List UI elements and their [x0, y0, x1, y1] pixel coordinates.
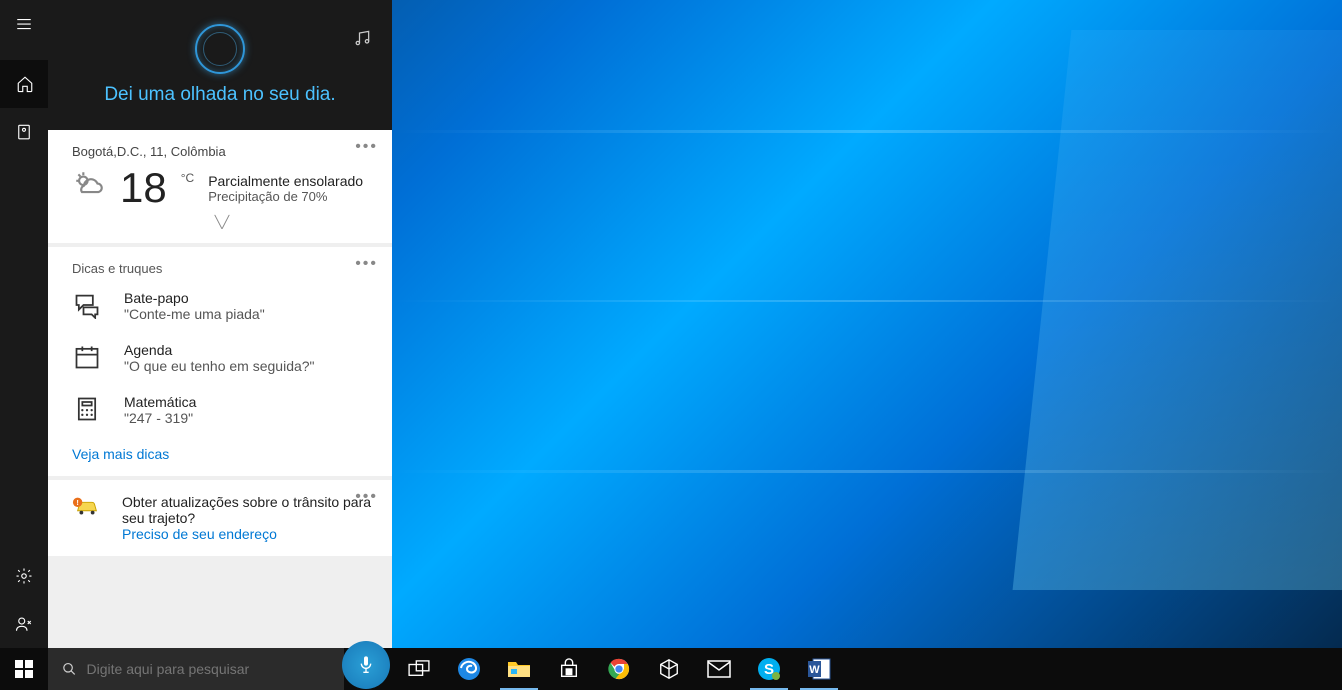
- weather-partly-cloudy-icon: [72, 168, 106, 209]
- chrome-app[interactable]: [594, 648, 644, 690]
- card-more-icon[interactable]: •••: [355, 488, 378, 506]
- tip-item[interactable]: Matemática "247 - 319": [72, 394, 372, 426]
- card-more-icon[interactable]: •••: [355, 138, 378, 156]
- notebook-button[interactable]: [0, 108, 48, 156]
- weather-location: Bogotá,D.C., 11, Colômbia: [72, 144, 372, 159]
- chevron-down-icon[interactable]: ╲╱: [72, 215, 372, 229]
- taskbar-search[interactable]: [48, 648, 344, 690]
- file-explorer-app[interactable]: [494, 648, 544, 690]
- edge-app[interactable]: [444, 648, 494, 690]
- cortana-header: Dei uma olhada no seu dia.: [0, 0, 392, 130]
- taskbar: S W: [0, 648, 1342, 690]
- mail-app[interactable]: [694, 648, 744, 690]
- hamburger-menu-button[interactable]: [0, 0, 48, 48]
- 3d-app[interactable]: [644, 648, 694, 690]
- calculator-icon: [72, 394, 102, 424]
- weather-condition: Parcialmente ensolarado: [208, 173, 363, 189]
- weather-unit: °C: [181, 171, 194, 185]
- tips-title: Dicas e truques: [72, 261, 372, 276]
- home-button[interactable]: [0, 60, 48, 108]
- taskbar-apps: S W: [394, 648, 844, 690]
- card-more-icon[interactable]: •••: [355, 255, 378, 273]
- cortana-panel: Dei uma olhada no seu dia. ••• Bogotá,D.…: [0, 0, 392, 648]
- cortana-sidebar: [0, 0, 48, 648]
- tips-card: ••• Dicas e truques Bate-papo "Conte-me …: [48, 247, 392, 476]
- traffic-address-link[interactable]: Preciso de seu endereço: [122, 526, 372, 542]
- weather-temperature: 18: [120, 167, 167, 209]
- task-view-button[interactable]: [394, 648, 444, 690]
- feedback-button[interactable]: [0, 600, 48, 648]
- cortana-cards: ••• Bogotá,D.C., 11, Colômbia 18 °C Parc…: [48, 130, 392, 648]
- weather-precipitation: Precipitação de 70%: [208, 189, 363, 204]
- tip-label: Agenda: [124, 342, 315, 358]
- music-icon[interactable]: [352, 28, 372, 53]
- tip-example: "247 - 319": [124, 410, 196, 426]
- cortana-greeting: Dei uma olhada no seu dia.: [104, 84, 335, 106]
- cortana-voice-button[interactable]: [342, 641, 390, 689]
- windows-logo-icon: [15, 660, 33, 678]
- microphone-icon: [358, 655, 374, 675]
- word-app[interactable]: W: [794, 648, 844, 690]
- tip-item[interactable]: Agenda "O que eu tenho em seguida?": [72, 342, 372, 374]
- weather-card[interactable]: ••• Bogotá,D.C., 11, Colômbia 18 °C Parc…: [48, 130, 392, 243]
- traffic-title: Obter atualizações sobre o trânsito para…: [122, 494, 372, 526]
- cortana-ring-icon: [195, 24, 245, 74]
- tip-example: "O que eu tenho em seguida?": [124, 358, 315, 374]
- tip-example: "Conte-me uma piada": [124, 306, 265, 322]
- tip-label: Matemática: [124, 394, 196, 410]
- chat-icon: [72, 290, 102, 320]
- calendar-icon: [72, 342, 102, 372]
- search-input[interactable]: [87, 661, 330, 677]
- skype-app[interactable]: S: [744, 648, 794, 690]
- start-button[interactable]: [0, 648, 48, 690]
- svg-text:W: W: [809, 664, 820, 676]
- tip-label: Bate-papo: [124, 290, 265, 306]
- tip-item[interactable]: Bate-papo "Conte-me uma piada": [72, 290, 372, 322]
- tips-more-link[interactable]: Veja mais dicas: [72, 446, 372, 462]
- settings-button[interactable]: [0, 552, 48, 600]
- svg-text:!: !: [76, 498, 79, 507]
- store-app[interactable]: [544, 648, 594, 690]
- traffic-card: ••• ! Obter atualizações sobre o trânsit…: [48, 480, 392, 556]
- search-icon: [62, 661, 77, 677]
- car-alert-icon: !: [72, 494, 102, 526]
